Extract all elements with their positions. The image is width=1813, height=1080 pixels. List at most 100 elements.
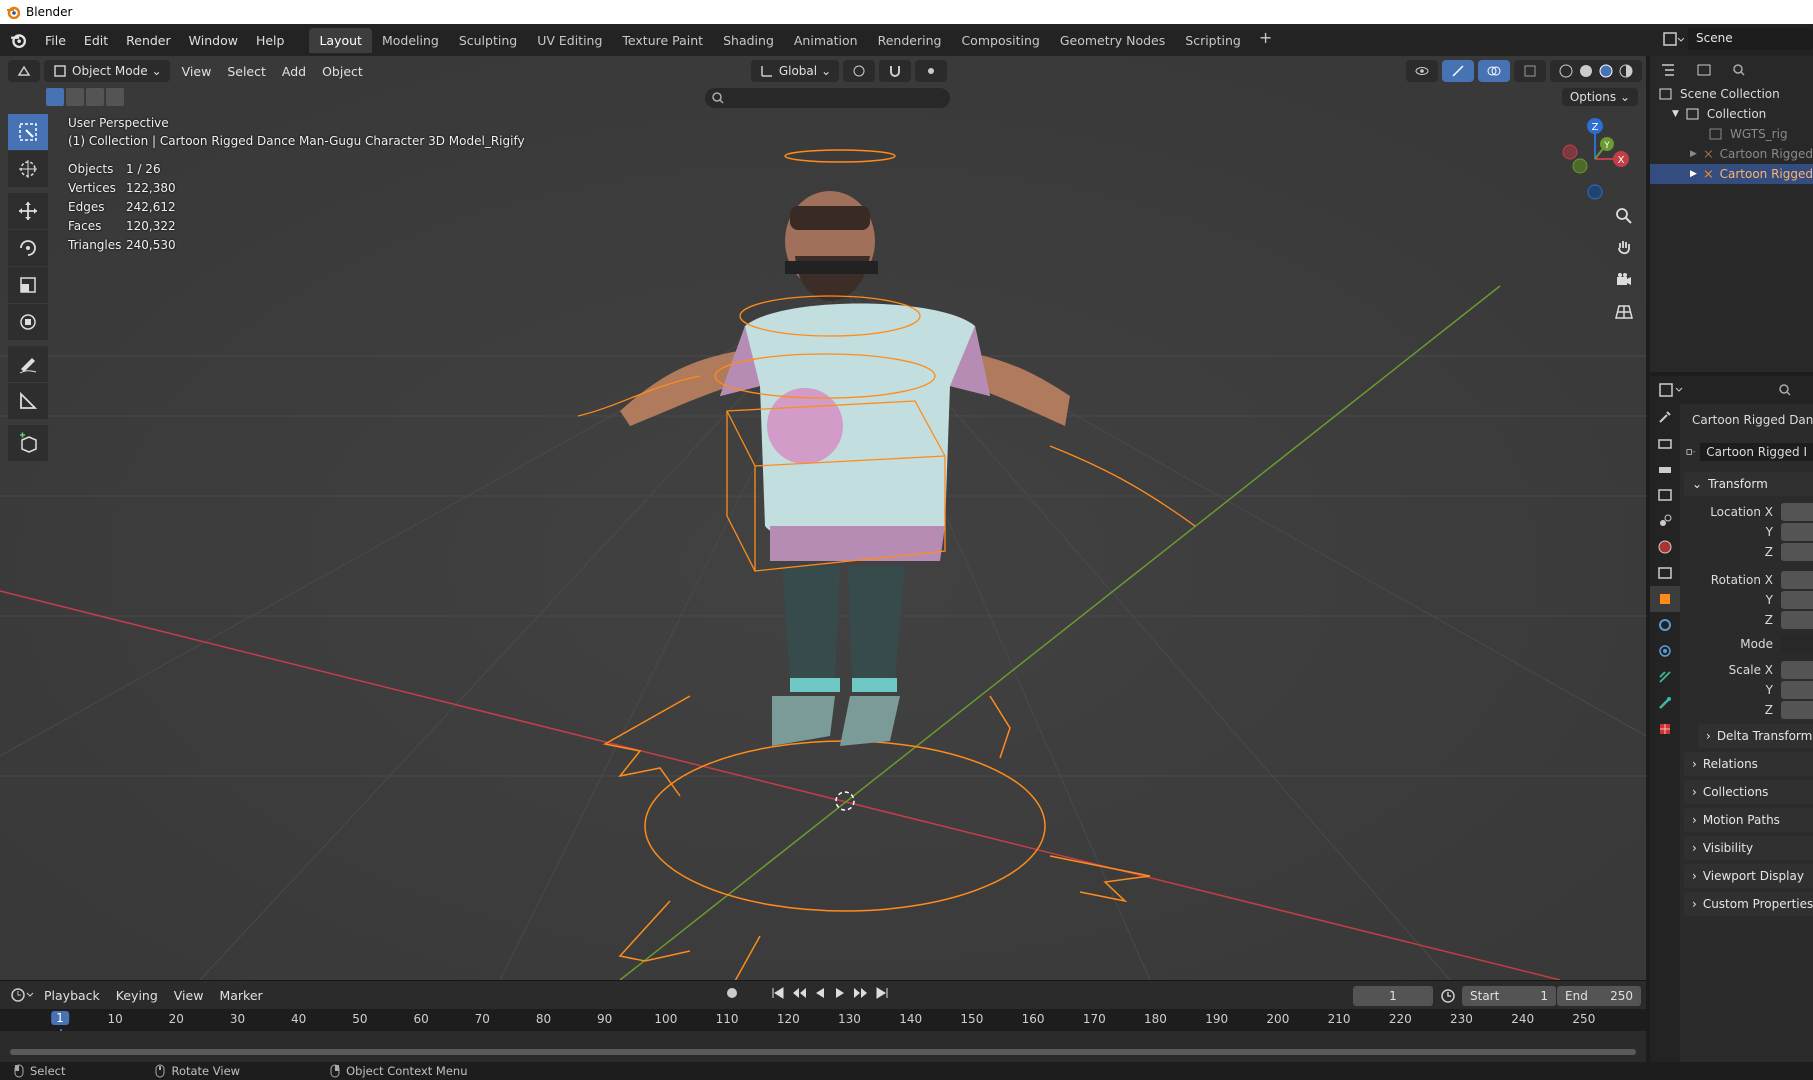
tab-tool[interactable]	[1650, 404, 1680, 430]
tab-modeling[interactable]: Modeling	[372, 28, 449, 53]
timeline-menu-view[interactable]: View	[166, 986, 212, 1005]
outliner-item-wgts-rig[interactable]: WGTS_rig	[1650, 124, 1813, 144]
tab-texture[interactable]	[1650, 716, 1680, 742]
viewport-menu-add[interactable]: Add	[274, 61, 314, 82]
panel-relations[interactable]: › Relations	[1684, 752, 1813, 776]
jump-start-icon[interactable]	[771, 986, 785, 1000]
wireframe-shading-icon[interactable]	[1558, 63, 1574, 79]
xray-toggle-button[interactable]	[1514, 60, 1546, 82]
zoom-button[interactable]	[1610, 202, 1638, 230]
pan-button[interactable]	[1610, 234, 1638, 262]
properties-editor-type-icon[interactable]	[1658, 382, 1686, 398]
select-new-icon[interactable]	[46, 88, 64, 106]
tab-animation[interactable]: Animation	[784, 28, 868, 53]
tab-scripting[interactable]: Scripting	[1175, 28, 1251, 53]
panel-delta-transform[interactable]: › Delta Transform	[1698, 724, 1813, 748]
tab-geometry-nodes[interactable]: Geometry Nodes	[1050, 28, 1175, 53]
object-browse-icon[interactable]	[1686, 445, 1696, 459]
gizmo-toggle-button[interactable]	[1442, 60, 1474, 82]
solid-shading-icon[interactable]	[1578, 63, 1594, 79]
play-icon[interactable]	[833, 986, 847, 1000]
viewport-menu-object[interactable]: Object	[314, 61, 371, 82]
panel-transform[interactable]: ⌄ Transform	[1684, 472, 1813, 496]
timeline-menu-playback[interactable]: Playback	[36, 986, 108, 1005]
timeline-body[interactable]	[0, 1031, 1646, 1063]
viewport-3d[interactable]: Object Mode ⌄ View Select Add Object Glo…	[0, 56, 1646, 980]
viewport-menu-select[interactable]: Select	[219, 61, 274, 82]
object-mode-dropdown[interactable]: Object Mode ⌄	[44, 60, 170, 82]
snap-button[interactable]	[879, 60, 912, 82]
rotation-z-field[interactable]	[1781, 611, 1813, 629]
rotation-x-field[interactable]	[1781, 571, 1813, 589]
tab-shading[interactable]: Shading	[713, 28, 784, 53]
add-cube-tool[interactable]	[8, 425, 48, 461]
tab-render[interactable]	[1650, 430, 1680, 456]
play-reverse-icon[interactable]	[813, 986, 827, 1000]
display-mode-icon[interactable]	[1696, 62, 1722, 78]
panel-visibility[interactable]: › Visibility	[1684, 836, 1813, 860]
rendered-shading-icon[interactable]	[1618, 63, 1634, 79]
timeline-menu-marker[interactable]: Marker	[211, 986, 270, 1005]
viewport-filter-search[interactable]	[705, 88, 950, 108]
tab-view-layer[interactable]	[1650, 482, 1680, 508]
menu-help[interactable]: Help	[247, 33, 294, 48]
expand-arrow-icon[interactable]: ▶	[1690, 169, 1697, 179]
scale-z-field[interactable]	[1781, 701, 1813, 719]
menu-render[interactable]: Render	[117, 33, 180, 48]
add-workspace-button[interactable]: +	[1251, 28, 1280, 53]
tab-scene[interactable]	[1650, 508, 1680, 534]
rotation-mode-dropdown[interactable]	[1781, 635, 1813, 653]
scene-icon[interactable]	[1662, 30, 1684, 48]
scale-tool[interactable]	[8, 267, 48, 303]
measure-tool[interactable]	[8, 383, 48, 419]
cursor-tool[interactable]	[8, 151, 48, 187]
blender-menu-button[interactable]	[0, 32, 36, 48]
expand-arrow-icon[interactable]: ▼	[1672, 109, 1679, 119]
expand-arrow-icon[interactable]: ▶	[1690, 149, 1697, 159]
tab-layout[interactable]: Layout	[309, 27, 372, 53]
proportional-edit-button[interactable]	[915, 60, 948, 82]
outliner-item-collection[interactable]: ▼ Collection	[1650, 104, 1813, 124]
location-z-field[interactable]	[1781, 543, 1813, 561]
outliner-editor-type-icon[interactable]	[1660, 62, 1686, 78]
rotation-y-field[interactable]	[1781, 591, 1813, 609]
tab-sculpting[interactable]: Sculpting	[449, 28, 527, 53]
tab-physics[interactable]	[1650, 638, 1680, 664]
pivot-point-button[interactable]	[843, 60, 876, 82]
visibility-button[interactable]	[1406, 60, 1438, 82]
navigation-gizmo[interactable]: Z X Y	[1550, 114, 1640, 204]
tab-texture-paint[interactable]: Texture Paint	[612, 28, 713, 53]
timeline-ruler[interactable]: 1 10 20 30 40 50 60 70 80 90 100 110 120 130 140 150 16…	[0, 1009, 1646, 1059]
start-frame-field[interactable]: Start 1	[1462, 986, 1556, 1006]
tab-output[interactable]	[1650, 456, 1680, 482]
search-icon[interactable]	[1778, 383, 1792, 397]
end-frame-field[interactable]: End 250	[1557, 986, 1641, 1006]
select-subtract-icon[interactable]	[86, 88, 104, 106]
prev-keyframe-icon[interactable]	[791, 986, 807, 1000]
panel-custom-properties[interactable]: › Custom Properties	[1684, 892, 1813, 916]
panel-motion-paths[interactable]: › Motion Paths	[1684, 808, 1813, 832]
record-icon[interactable]	[725, 986, 739, 1000]
clock-icon[interactable]	[1440, 988, 1456, 1004]
camera-view-button[interactable]	[1610, 266, 1638, 294]
select-intersect-icon[interactable]	[106, 88, 124, 106]
object-name[interactable]: Cartoon Rigged Dan	[1692, 413, 1813, 427]
tab-constraints[interactable]	[1650, 664, 1680, 690]
scale-x-field[interactable]	[1781, 661, 1813, 679]
current-frame-indicator[interactable]: 1	[51, 1011, 69, 1025]
jump-end-icon[interactable]	[875, 986, 889, 1000]
tab-modifiers[interactable]	[1650, 612, 1680, 638]
transform-orientation-dropdown[interactable]: Global ⌄	[750, 60, 840, 82]
menu-edit[interactable]: Edit	[75, 33, 117, 48]
panel-collections[interactable]: › Collections	[1684, 780, 1813, 804]
select-extend-icon[interactable]	[66, 88, 84, 106]
select-box-tool[interactable]	[8, 114, 48, 150]
timeline-menu-keying[interactable]: Keying	[108, 986, 166, 1005]
location-x-field[interactable]	[1781, 503, 1813, 521]
tab-compositing[interactable]: Compositing	[951, 28, 1049, 53]
viewport-menu-view[interactable]: View	[174, 61, 220, 82]
search-icon[interactable]	[1732, 63, 1746, 77]
transform-tool[interactable]	[8, 304, 48, 340]
outliner-item-cartoon-rigged-1[interactable]: ▶ Cartoon Rigged	[1650, 144, 1813, 164]
scale-y-field[interactable]	[1781, 681, 1813, 699]
